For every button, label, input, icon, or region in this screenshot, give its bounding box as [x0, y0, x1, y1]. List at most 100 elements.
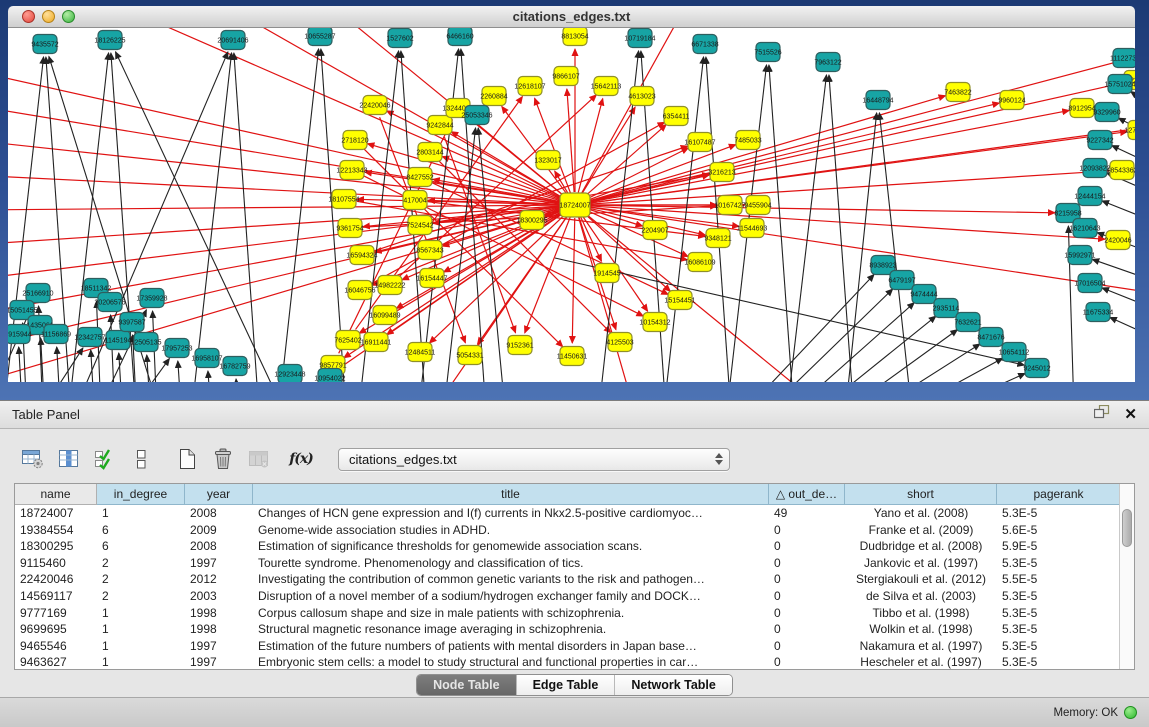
graph-node[interactable]: 3915944	[8, 325, 32, 344]
graph-node[interactable]: 25166910	[22, 284, 53, 303]
table-cell[interactable]: Corpus callosum shape and size in male p…	[253, 605, 769, 622]
graph-node[interactable]: 16099489	[369, 306, 400, 325]
table-cell[interactable]: 2009	[185, 522, 253, 539]
table-cell[interactable]: 14569117	[15, 588, 97, 605]
graph-node[interactable]: 2260884	[480, 87, 507, 106]
graph-node[interactable]: 20691406	[217, 31, 248, 50]
graph-node[interactable]: 7485033	[734, 131, 761, 150]
tab-network-table[interactable]: Network Table	[615, 675, 732, 695]
graph-node[interactable]: 11122734	[1110, 49, 1135, 68]
graph-node[interactable]: 16154447	[416, 269, 447, 288]
table-row[interactable]: 1830029562008Estimation of significance …	[15, 538, 1134, 555]
graph-node[interactable]: 12484511	[405, 343, 436, 362]
graph-node[interactable]: 10655287	[304, 28, 335, 46]
graph-node[interactable]: 417004	[403, 191, 427, 210]
table-cell[interactable]: Franke et al. (2009)	[845, 522, 997, 539]
table-cell[interactable]: 2	[97, 555, 185, 572]
table-cell[interactable]: 1997	[185, 638, 253, 655]
table-cell[interactable]: Dudbridge et al. (2008)	[845, 538, 997, 555]
table-cell[interactable]: 5.3E-5	[997, 654, 1121, 670]
table-cell[interactable]: 1998	[185, 605, 253, 622]
column-header-in-degree[interactable]: in_degree	[97, 484, 185, 505]
graph-node[interactable]: 16782759	[219, 357, 250, 376]
table-cell[interactable]: 9115460	[15, 555, 97, 572]
table-cell[interactable]: 19384554	[15, 522, 97, 539]
table-cell[interactable]: 2	[97, 571, 185, 588]
graph-node[interactable]: 9242844	[426, 116, 453, 135]
column-header-out-degree-sorted[interactable]: △ out_de…	[769, 484, 845, 505]
graph-node[interactable]: 1527602	[386, 29, 413, 48]
table-row[interactable]: 911546021997Tourette syndrome. Phenomeno…	[15, 555, 1134, 572]
table-row[interactable]: 946362711997Embryonic stem cells: a mode…	[15, 654, 1134, 670]
table-cell[interactable]: 5.3E-5	[997, 605, 1121, 622]
table-cell[interactable]: 9777169	[15, 605, 97, 622]
table-cell[interactable]: Embryonic stem cells: a model to study s…	[253, 654, 769, 670]
table-cell[interactable]: 0	[769, 571, 845, 588]
table-cell[interactable]: 2012	[185, 571, 253, 588]
table-cell[interactable]: 0	[769, 605, 845, 622]
table-cell[interactable]: 6	[97, 538, 185, 555]
graph-node[interactable]: 12618107	[514, 77, 545, 96]
scrollbar-thumb[interactable]	[1122, 509, 1132, 547]
float-panel-icon[interactable]	[1094, 405, 1110, 424]
table-cell[interactable]: Nakamura et al. (1997)	[845, 638, 997, 655]
graph-node[interactable]: 3216213	[708, 163, 735, 182]
graph-node[interactable]: 9397587	[118, 313, 145, 332]
table-cell[interactable]: Stergiakouli et al. (2012)	[845, 571, 997, 588]
graph-node[interactable]: 7963122	[814, 53, 841, 72]
graph-node[interactable]: 17359928	[136, 289, 167, 308]
column-header-title[interactable]: title	[253, 484, 769, 505]
table-cell[interactable]: 1	[97, 621, 185, 638]
graph-node[interactable]: 9152361	[506, 336, 533, 355]
create-column-icon[interactable]	[172, 447, 202, 471]
table-cell[interactable]: Jankovic et al. (1997)	[845, 555, 997, 572]
table-scrollbar[interactable]	[1119, 484, 1134, 669]
table-cell[interactable]: 6	[97, 522, 185, 539]
table-cell[interactable]: 18300295	[15, 538, 97, 555]
graph-node[interactable]: 5054331	[456, 346, 483, 365]
column-header-year[interactable]: year	[185, 484, 253, 505]
table-cell[interactable]: Disruption of a novel member of a sodium…	[253, 588, 769, 605]
table-cell[interactable]: 18724007	[15, 505, 97, 522]
graph-node[interactable]: 2718120	[341, 131, 368, 150]
graph-node[interactable]: 15642113	[591, 77, 622, 96]
graph-node[interactable]: 16448794	[862, 91, 893, 110]
table-cell[interactable]: 0	[769, 588, 845, 605]
graph-node[interactable]: 8567343	[416, 241, 443, 260]
graph-node[interactable]: 6354411	[663, 107, 690, 126]
function-builder-icon[interactable]: f(x)	[286, 447, 316, 471]
table-cell[interactable]: 0	[769, 555, 845, 572]
graph-node[interactable]: 15154451	[664, 291, 695, 310]
column-header-name[interactable]: name	[15, 484, 97, 505]
table-cell[interactable]: 5.9E-5	[997, 538, 1121, 555]
table-cell[interactable]: de Silva et al. (2003)	[845, 588, 997, 605]
table-row[interactable]: 1938455462009Genome-wide association stu…	[15, 522, 1134, 539]
graph-node[interactable]: 11156869	[41, 325, 71, 344]
table-cell[interactable]: 5.3E-5	[997, 555, 1121, 572]
table-cell[interactable]: 2003	[185, 588, 253, 605]
table-cell[interactable]: Estimation of significance thresholds fo…	[253, 538, 769, 555]
graph-node[interactable]: 8427552	[406, 168, 433, 187]
graph-node[interactable]: 20206576	[94, 293, 125, 312]
table-cell[interactable]: 22420046	[15, 571, 97, 588]
citation-network-graph[interactable]: 1872400722420046924284427181202803144122…	[8, 28, 1135, 382]
graph-node[interactable]: 18107554	[328, 190, 359, 209]
table-row[interactable]: 946554611997Estimation of the future num…	[15, 638, 1134, 655]
row-height-icon[interactable]	[126, 447, 156, 471]
graph-node[interactable]: 8813054	[561, 28, 588, 46]
graph-node[interactable]: 12753444	[1124, 121, 1135, 140]
graph-node[interactable]: 12093822	[1079, 159, 1110, 178]
table-cell[interactable]: 5.3E-5	[997, 621, 1121, 638]
table-cell[interactable]: 0	[769, 621, 845, 638]
graph-node[interactable]: 10954022	[314, 369, 345, 383]
table-cell[interactable]: 5.3E-5	[997, 505, 1121, 522]
graph-node[interactable]: 9361754	[336, 219, 363, 238]
graph-node[interactable]: 25053346	[461, 106, 492, 125]
graph-node[interactable]: 17957253	[161, 339, 192, 358]
graph-node[interactable]: 7632621	[954, 313, 981, 332]
graph-node[interactable]: 7625402	[334, 331, 361, 350]
graph-node[interactable]: 1145194	[105, 331, 132, 350]
table-cell[interactable]: 0	[769, 522, 845, 539]
table-cell[interactable]: 1	[97, 605, 185, 622]
table-cell[interactable]: Tibbo et al. (1998)	[845, 605, 997, 622]
